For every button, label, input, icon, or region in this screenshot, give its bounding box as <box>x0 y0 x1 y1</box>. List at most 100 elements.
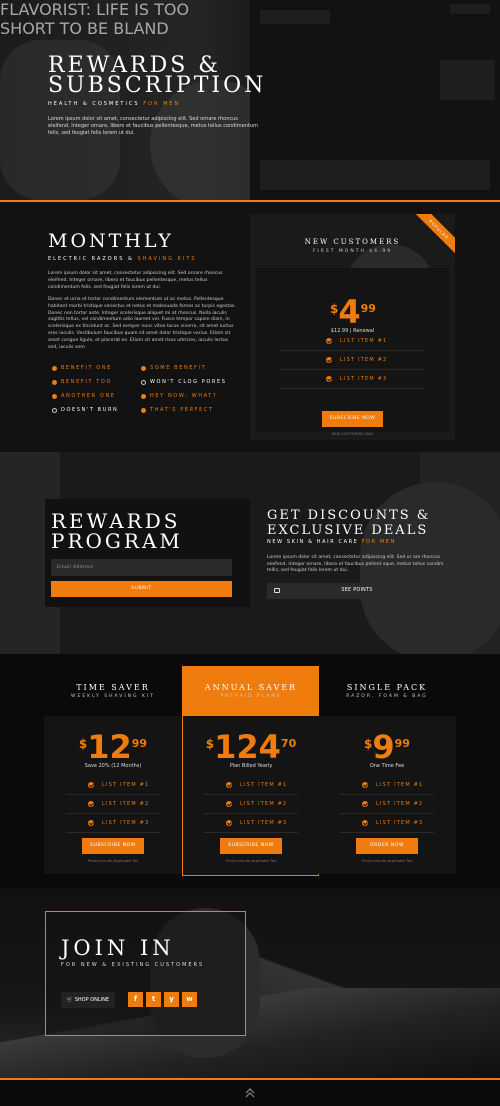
plan-note: Plan Billed Yearly <box>229 763 273 769</box>
facebook-icon-button[interactable]: f <box>128 992 143 1007</box>
price-cents: 99 <box>131 737 148 750</box>
rewards-title: REWARDS PROGRAM <box>51 511 183 551</box>
price-cents: 99 <box>394 737 410 750</box>
join-title: JOIN IN <box>61 936 175 960</box>
list-item: LIST ITEM #1 <box>88 782 149 788</box>
divider <box>340 813 434 814</box>
divider <box>204 832 298 833</box>
see-points-button[interactable]: SEE POINTS <box>267 583 447 599</box>
divider <box>280 388 425 389</box>
plan-price: $12 99 <box>44 731 182 763</box>
price-whole: 9 <box>372 728 395 766</box>
fine-print: Prices Include Applicable Tax <box>225 859 277 863</box>
feature-item: SOME BENEFIT <box>141 365 206 371</box>
list-item-label: LIST ITEM #1 <box>340 338 388 344</box>
join-box <box>45 911 246 1036</box>
shop-online-button[interactable]: 🛒 SHOP ONLINE <box>61 992 115 1008</box>
plan-note: Save 20% (12 Months) <box>84 763 142 769</box>
double-chevron-up-icon[interactable] <box>245 1087 255 1099</box>
divider <box>66 794 160 795</box>
divider <box>204 813 298 814</box>
email-field[interactable]: Email Address <box>51 559 232 576</box>
check-icon <box>88 820 94 826</box>
card-icon <box>274 588 280 593</box>
monthly-paragraph: Donec et urna et tortor condimentum elem… <box>48 297 236 350</box>
divider <box>280 369 425 370</box>
hero-subtitle: HEALTH & COSMETICS FOR MEN <box>48 101 180 107</box>
list-item-label: LIST ITEM #1 <box>376 782 424 788</box>
feature-item: THAT'S PERFECT <box>141 407 214 413</box>
list-item: LIST ITEM #2 <box>362 801 423 807</box>
rewards-title-line: REWARDS <box>51 509 181 533</box>
price-currency: $ <box>78 737 88 751</box>
list-item-label: LIST ITEM #3 <box>376 820 424 826</box>
plan-subtitle: RAZOR, FOAM & BAG <box>346 694 428 699</box>
price-whole: 124 <box>214 728 281 766</box>
submit-button[interactable]: SUBMIT <box>51 581 232 597</box>
subscribe-button[interactable]: SUBSCRIBE NOW <box>82 838 144 854</box>
price-cents: 70 <box>280 737 297 750</box>
hero-subtitle-text: HEALTH & COSMETICS <box>48 101 140 107</box>
hero-section: FLAVORIST: LIFE IS TOO SHORT TO BE BLAND… <box>0 0 500 200</box>
whatsapp-icon-button[interactable]: w <box>182 992 197 1007</box>
list-item-label: LIST ITEM #2 <box>376 801 424 807</box>
divider <box>204 794 298 795</box>
list-item: LIST ITEM #3 <box>326 376 387 382</box>
twitter-icon-button[interactable]: t <box>146 992 161 1007</box>
list-item-label: LIST ITEM #3 <box>340 376 388 382</box>
bullet-icon <box>141 407 146 413</box>
plan-price: $9 99 <box>318 731 456 763</box>
check-icon <box>326 338 332 344</box>
facebook-icon: f <box>133 995 138 1003</box>
divider <box>340 794 434 795</box>
card-subtitle: FIRST MONTH $4.99 <box>312 249 393 254</box>
bullet-icon <box>141 379 146 385</box>
list-item: LIST ITEM #2 <box>88 801 149 807</box>
check-icon <box>326 357 332 363</box>
fine-print: Prices Include Applicable Tax <box>361 859 413 863</box>
divider <box>340 832 434 833</box>
check-icon <box>362 801 368 807</box>
whatsapp-icon: w <box>186 995 193 1003</box>
order-now-button[interactable]: ORDER NOW <box>356 838 418 854</box>
monthly-title: MONTHLY <box>48 230 174 252</box>
bullet-icon <box>52 365 57 371</box>
plan-title: ANNUAL SAVER <box>204 683 298 692</box>
list-item: LIST ITEM #1 <box>226 782 287 788</box>
cart-icon: 🛒 <box>66 997 74 1003</box>
check-icon <box>226 782 232 788</box>
hero-subtitle-accent: FOR MEN <box>143 101 181 107</box>
list-item: LIST ITEM #1 <box>362 782 423 788</box>
yelp-icon-button[interactable]: y <box>164 992 179 1007</box>
subscribe-button[interactable]: SUBSCRIBE NOW <box>220 838 282 854</box>
twitter-icon: t <box>151 995 156 1003</box>
feature-label: BENEFIT ONE <box>61 365 112 371</box>
divider <box>66 813 160 814</box>
feature-label: THAT'S PERFECT <box>150 407 214 413</box>
see-points-label: SEE POINTS <box>341 588 373 593</box>
discount-subtitle-accent: FOR MEN <box>361 539 396 545</box>
feature-label: SOME BENEFIT <box>150 365 207 371</box>
renewal-price: $12.99 | Renewal <box>330 328 375 334</box>
subscribe-button[interactable]: SUBSCRIBE NOW <box>322 411 383 427</box>
card-title: NEW CUSTOMERS <box>304 238 401 246</box>
page-title-line: SUBSCRIPTION <box>48 73 267 98</box>
check-icon <box>88 782 94 788</box>
monthly-section: MONTHLY ELECTRIC RAZORS & SHAVING KITS L… <box>0 202 500 452</box>
monthly-paragraph: Lorem ipsum dolor sit amet, consectetur … <box>48 271 223 290</box>
list-item-label: LIST ITEM #2 <box>102 801 150 807</box>
card-price: $ 4 99 <box>330 296 376 328</box>
price-currency: $ <box>205 737 215 751</box>
monthly-subtitle-text: ELECTRIC RAZORS & <box>48 256 134 262</box>
feature-label: ANOTHER ONE <box>61 393 116 399</box>
page-title: REWARDS & SUBSCRIPTION <box>48 55 267 98</box>
list-item-label: LIST ITEM #3 <box>102 820 150 826</box>
new-customer-card: POPULAR NEW CUSTOMERS FIRST MONTH $4.99 … <box>250 214 455 440</box>
discount-title: GET DISCOUNTS & EXCLUSIVE DEALS <box>267 508 430 538</box>
plan-title: SINGLE PACK <box>346 683 428 692</box>
rewards-title-line: PROGRAM <box>51 529 183 553</box>
plan-subtitle: WEEKLY SHAVING KIT <box>71 694 155 699</box>
check-icon <box>88 801 94 807</box>
bullet-icon <box>52 407 57 413</box>
feature-item: WON'T CLOG PORES <box>141 379 227 385</box>
